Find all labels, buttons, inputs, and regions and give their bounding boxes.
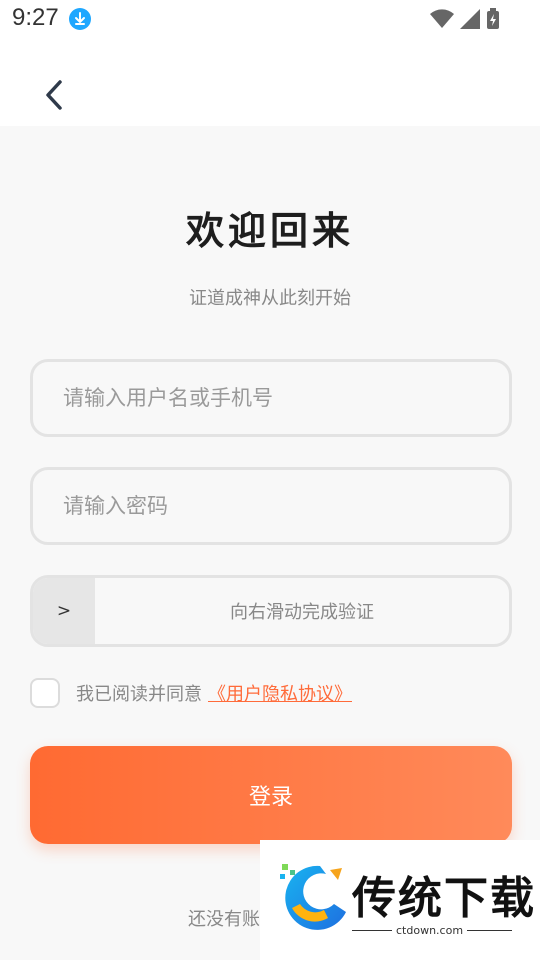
back-button[interactable] xyxy=(40,78,70,114)
agreement-text: 我已阅读并同意 xyxy=(76,684,202,705)
status-bar: 9:27 xyxy=(0,0,540,40)
agreement-row: 我已阅读并同意 《用户隐私协议》 xyxy=(30,678,352,708)
cellular-signal-icon xyxy=(460,9,480,33)
agreement-checkbox[interactable] xyxy=(30,678,60,708)
download-notification-icon xyxy=(69,8,91,30)
battery-charging-icon xyxy=(486,8,500,34)
watermark: 传统下载 ctdown.com xyxy=(260,840,540,960)
wifi-icon xyxy=(430,9,454,33)
password-input[interactable] xyxy=(33,470,509,542)
username-field-box xyxy=(30,359,512,437)
privacy-policy-link[interactable]: 《用户隐私协议》 xyxy=(208,680,352,706)
watermark-url: ctdown.com xyxy=(392,924,468,937)
watermark-logo-icon xyxy=(280,864,346,930)
slider-hint: 向右滑动完成验证 xyxy=(230,602,374,623)
page-subtitle: 证道成神从此刻开始 xyxy=(189,288,351,309)
register-prompt[interactable]: 还没有账 xyxy=(188,905,260,931)
slide-verification: > 向右滑动完成验证 xyxy=(30,575,512,647)
chevron-left-icon xyxy=(46,80,62,110)
watermark-brand: 传统下载 xyxy=(352,873,536,924)
login-button[interactable]: 登录 xyxy=(30,746,512,844)
password-field-box xyxy=(30,467,512,545)
page-title: 欢迎回来 xyxy=(185,208,354,253)
slider-handle[interactable]: > xyxy=(33,578,95,644)
status-time: 9:27 xyxy=(12,4,59,31)
top-bar xyxy=(0,40,540,126)
username-input[interactable] xyxy=(33,362,509,434)
